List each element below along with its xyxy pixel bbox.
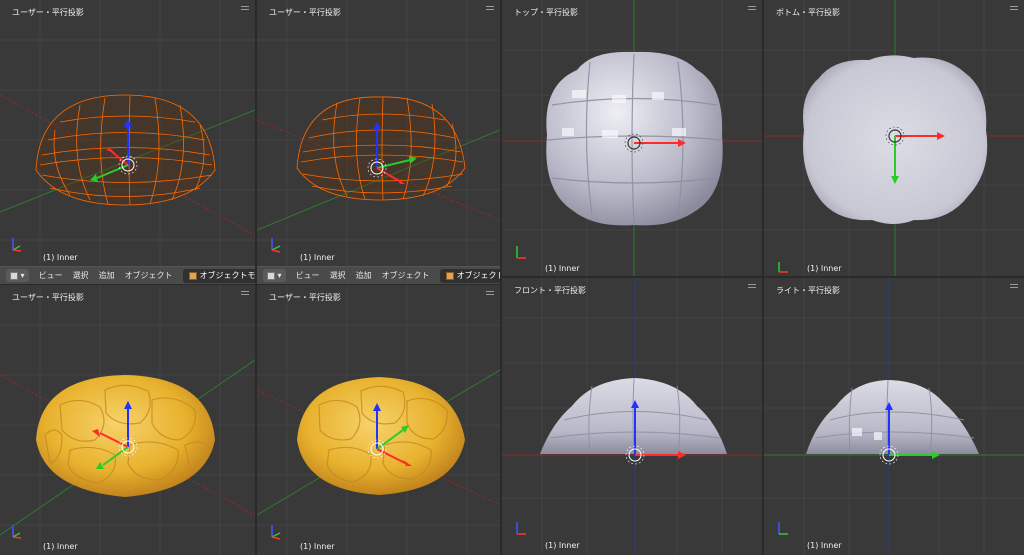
cube-icon — [267, 271, 275, 280]
viewport-title: フロント・平行投影 — [514, 286, 586, 295]
viewport-title: ボトム・平行投影 — [776, 8, 840, 17]
solid-bread-front — [540, 377, 727, 455]
viewport-menu-icon[interactable] — [486, 4, 494, 12]
menu-select[interactable]: 選択 — [73, 270, 89, 281]
viewport-user-ortho-3[interactable]: ユーザー・平行投影 (1) Inner — [0, 285, 255, 555]
viewport-scene — [502, 0, 762, 276]
axis-gizmo-icon — [778, 522, 788, 535]
axis-gizmo-icon — [778, 262, 788, 273]
viewport-object-label: (1) Inner — [545, 264, 580, 273]
viewport-user-ortho-2[interactable]: ユーザー・平行投影 (1) Inner — [257, 0, 500, 266]
viewport-menu-icon[interactable] — [1010, 4, 1018, 12]
axis-gizmo-icon — [516, 246, 526, 259]
viewport-object-label: (1) Inner — [300, 542, 335, 551]
object-mode-icon — [188, 271, 197, 280]
viewport-header-bar: ▾ ビュー 選択 追加 オブジェクト オブジェクトモード — [0, 266, 255, 284]
viewport-title: ユーザー・平行投影 — [12, 8, 84, 17]
viewport-scene — [764, 0, 1024, 276]
viewport-object-label: (1) Inner — [807, 541, 842, 550]
editor-type-button[interactable]: ▾ — [6, 269, 29, 282]
mode-selector[interactable]: オブジェクトモード — [182, 268, 255, 283]
viewport-menu-icon[interactable] — [748, 4, 756, 12]
solid-bread-side — [806, 379, 979, 455]
axis-gizmo-icon — [271, 238, 281, 253]
cube-icon — [10, 271, 18, 280]
viewport-scene — [257, 0, 500, 266]
viewport-title: トップ・平行投影 — [514, 8, 578, 17]
axis-gizmo-icon — [12, 238, 22, 252]
axis-gizmo-icon — [12, 525, 22, 539]
viewport-object-label: (1) Inner — [300, 253, 335, 262]
viewport-title: ユーザー・平行投影 — [12, 293, 84, 302]
viewport-top-ortho[interactable]: トップ・平行投影 (1) Inner — [502, 0, 762, 276]
menu-object[interactable]: オブジェクト — [125, 270, 173, 281]
menu-object[interactable]: オブジェクト — [382, 270, 430, 281]
viewport-scene — [257, 285, 500, 555]
viewport-scene — [502, 278, 762, 555]
viewport-object-label: (1) Inner — [545, 541, 580, 550]
menu-add[interactable]: 追加 — [356, 270, 372, 281]
solid-bread-top — [546, 51, 723, 226]
textured-bread-dome — [36, 375, 215, 497]
viewport-header-bar: ▾ ビュー 選択 追加 オブジェクト オブジェクトモード — [257, 266, 500, 284]
mode-selector[interactable]: オブジェクトモード — [439, 268, 500, 283]
viewport-scene — [764, 278, 1024, 555]
viewport-user-ortho-1[interactable]: ユーザー・平行投影 (1) Inner — [0, 0, 255, 266]
object-mode-icon — [445, 271, 454, 280]
viewport-menu-icon[interactable] — [241, 289, 249, 297]
menu-view[interactable]: ビュー — [39, 270, 63, 281]
viewport-title: ライト・平行投影 — [776, 286, 840, 295]
viewport-object-label: (1) Inner — [43, 253, 78, 262]
viewport-user-ortho-4[interactable]: ユーザー・平行投影 (1) Inner — [257, 285, 500, 555]
menu-view[interactable]: ビュー — [296, 270, 320, 281]
viewport-object-label: (1) Inner — [43, 542, 78, 551]
viewport-scene — [0, 0, 255, 266]
mode-label: オブジェクトモード — [199, 271, 255, 280]
wireframe-dome — [35, 94, 216, 206]
viewport-title: ユーザー・平行投影 — [269, 293, 341, 302]
viewport-menu-icon[interactable] — [486, 289, 494, 297]
textured-bread-dome — [297, 377, 465, 495]
viewport-menu-icon[interactable] — [748, 282, 756, 290]
menu-select[interactable]: 選択 — [330, 270, 346, 281]
viewport-object-label: (1) Inner — [807, 264, 842, 273]
menu-add[interactable]: 追加 — [99, 270, 115, 281]
viewport-front-ortho[interactable]: フロント・平行投影 (1) Inner — [502, 278, 762, 555]
viewport-bottom-ortho[interactable]: ボトム・平行投影 (1) Inner — [764, 0, 1024, 276]
wireframe-dome — [296, 96, 466, 201]
axis-gizmo-icon — [271, 525, 281, 540]
mode-label: オブジェクトモード — [456, 271, 500, 280]
viewport-title: ユーザー・平行投影 — [269, 8, 341, 17]
editor-type-button[interactable]: ▾ — [263, 269, 286, 282]
viewport-scene — [0, 285, 255, 555]
viewport-menu-icon[interactable] — [241, 4, 249, 12]
viewport-menu-icon[interactable] — [1010, 282, 1018, 290]
viewport-right-ortho[interactable]: ライト・平行投影 (1) Inner — [764, 278, 1024, 555]
axis-gizmo-icon — [516, 522, 526, 535]
